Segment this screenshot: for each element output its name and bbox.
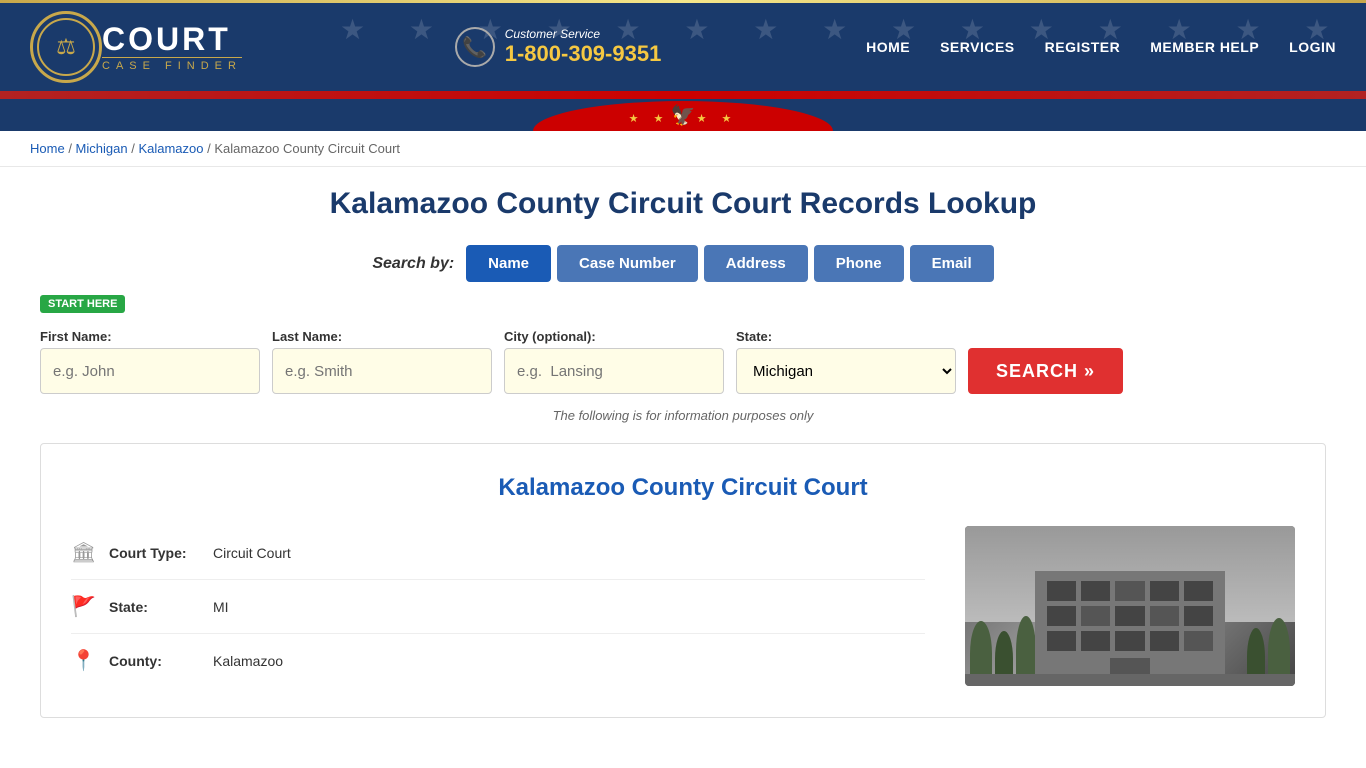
last-name-group: Last Name:: [272, 329, 492, 394]
nav-register[interactable]: REGISTER: [1045, 39, 1121, 55]
logo-circle: ⚖: [30, 11, 102, 83]
logo-court-text: COURT: [102, 23, 242, 55]
breadcrumb-current: Kalamazoo County Circuit Court: [214, 141, 400, 156]
first-name-label: First Name:: [40, 329, 260, 344]
court-detail-state: 🚩 State: MI: [71, 580, 925, 634]
info-note: The following is for information purpose…: [40, 408, 1326, 423]
county-label: County:: [109, 653, 199, 669]
first-name-input[interactable]: [40, 348, 260, 394]
state-detail-label: State:: [109, 599, 199, 615]
tab-email[interactable]: Email: [910, 245, 994, 282]
court-info-card: Kalamazoo County Circuit Court 🏛 Court T…: [40, 443, 1326, 718]
state-group: State: AlabamaAlaskaArizonaArkansas Cali…: [736, 329, 956, 394]
phone-area: 📞 Customer Service 1-800-309-9351: [455, 27, 662, 67]
search-button[interactable]: SEARCH »: [968, 348, 1123, 394]
nav-home[interactable]: HOME: [866, 39, 910, 55]
logo-text: COURT CASE FINDER: [102, 19, 250, 76]
nav-member-help[interactable]: MEMBER HELP: [1150, 39, 1259, 55]
city-input[interactable]: [504, 348, 724, 394]
phone-text-block: Customer Service 1-800-309-9351: [505, 27, 662, 67]
breadcrumb-bar: Home / Michigan / Kalamazoo / Kalamazoo …: [0, 131, 1366, 167]
state-label: State:: [736, 329, 956, 344]
county-icon: 📍: [71, 648, 95, 673]
court-detail-type: 🏛 Court Type: Circuit Court: [71, 526, 925, 580]
phone-number: 1-800-309-9351: [505, 41, 662, 67]
logo-icon: ⚖: [37, 18, 95, 76]
court-info-title: Kalamazoo County Circuit Court: [71, 474, 1295, 502]
eagle-banner: ★ ★ ★ ★ 🦅: [0, 99, 1366, 131]
eagle-arc: ★ ★ ★ ★ 🦅: [533, 101, 833, 131]
search-by-row: Search by: Name Case Number Address Phon…: [40, 245, 1326, 282]
logo-case-finder-text: CASE FINDER: [102, 57, 242, 72]
court-info-body: 🏛 Court Type: Circuit Court 🚩 State: MI …: [71, 526, 1295, 687]
red-banner: [0, 91, 1366, 99]
nav-login[interactable]: LOGIN: [1289, 39, 1336, 55]
court-details: 🏛 Court Type: Circuit Court 🚩 State: MI …: [71, 526, 925, 687]
tab-address[interactable]: Address: [704, 245, 808, 282]
state-detail-value: MI: [213, 599, 229, 615]
court-type-icon: 🏛: [71, 540, 95, 565]
last-name-input[interactable]: [272, 348, 492, 394]
breadcrumb-michigan[interactable]: Michigan: [76, 141, 128, 156]
main-content: Kalamazoo County Circuit Court Records L…: [0, 167, 1366, 738]
court-detail-county: 📍 County: Kalamazoo: [71, 634, 925, 687]
search-by-label: Search by:: [372, 255, 454, 273]
city-group: City (optional):: [504, 329, 724, 394]
court-type-label: Court Type:: [109, 545, 199, 561]
breadcrumb-sep-1: /: [68, 141, 75, 156]
court-image: [965, 526, 1295, 686]
customer-service-label: Customer Service: [505, 27, 662, 41]
state-select[interactable]: AlabamaAlaskaArizonaArkansas CaliforniaC…: [736, 348, 956, 394]
court-image-placeholder: [965, 526, 1295, 686]
start-here-badge: START HERE: [40, 295, 125, 313]
tab-phone[interactable]: Phone: [814, 245, 904, 282]
tab-name[interactable]: Name: [466, 245, 551, 282]
state-icon: 🚩: [71, 594, 95, 619]
county-value: Kalamazoo: [213, 653, 283, 669]
nav-services[interactable]: SERVICES: [940, 39, 1015, 55]
logo-area: ⚖ COURT CASE FINDER: [30, 11, 250, 83]
breadcrumb-home[interactable]: Home: [30, 141, 65, 156]
first-name-group: First Name:: [40, 329, 260, 394]
site-header: ⚖ COURT CASE FINDER 📞 Customer Service 1…: [0, 3, 1366, 91]
city-label: City (optional):: [504, 329, 724, 344]
court-type-value: Circuit Court: [213, 545, 291, 561]
last-name-label: Last Name:: [272, 329, 492, 344]
search-form: First Name: Last Name: City (optional): …: [40, 329, 1326, 394]
breadcrumb-kalamazoo[interactable]: Kalamazoo: [138, 141, 203, 156]
tab-case-number[interactable]: Case Number: [557, 245, 698, 282]
eagle-symbol: 🦅: [671, 103, 696, 128]
page-title: Kalamazoo County Circuit Court Records L…: [40, 187, 1326, 221]
phone-icon: 📞: [455, 27, 495, 67]
main-nav: HOME SERVICES REGISTER MEMBER HELP LOGIN: [866, 39, 1336, 55]
